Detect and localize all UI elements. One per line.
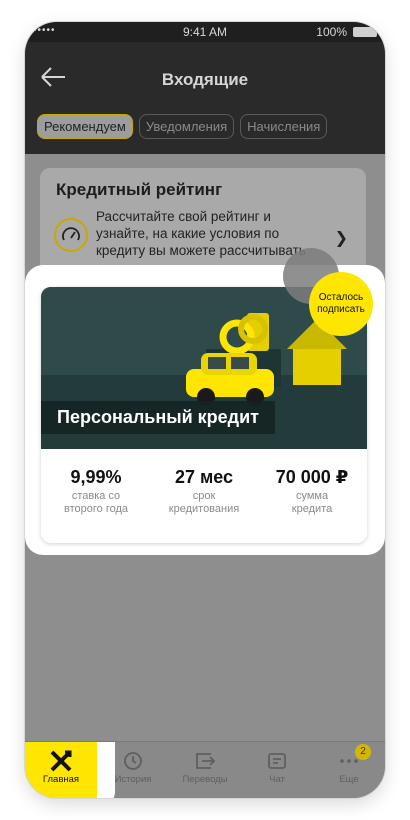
tab-recommended[interactable]: Рекомендуем: [37, 114, 133, 139]
chevron-right-icon: ❯: [334, 230, 348, 247]
stat-amount: 70 000 ₽ сумма кредита: [275, 467, 349, 515]
tab-history[interactable]: История: [97, 742, 169, 798]
stat-term: 27 мес срок кредитования: [168, 467, 240, 515]
header: Входящие Рекомендуем Уведомления Начисле…: [25, 42, 385, 154]
clock-icon: [97, 748, 169, 774]
phone-screen: ••••• 9:41 AM 100% Входящие Рекомендуем …: [25, 22, 385, 798]
notification-count-badge: 2: [355, 744, 371, 760]
tab-home[interactable]: Главная: [25, 742, 97, 798]
credit-rating-title: Кредитный рейтинг: [56, 180, 223, 199]
transfer-icon: [169, 748, 241, 774]
tab-home-label: Главная: [42, 774, 80, 785]
tab-accruals[interactable]: Начисления: [240, 114, 328, 139]
promo-title: Персональный кредит: [41, 401, 275, 434]
tab-more[interactable]: Еще 2: [313, 742, 385, 798]
more-icon: [313, 748, 385, 774]
stat-rate: 9,99% ставка со второго года: [64, 467, 128, 515]
bottom-tab-bar: Главная История Переводы Чат Еще 2: [25, 741, 385, 798]
tab-transfers[interactable]: Переводы: [169, 742, 241, 798]
tab-notifications[interactable]: Уведомления: [138, 114, 235, 139]
battery-percent: 100%: [316, 25, 347, 39]
gauge-icon: [54, 218, 88, 252]
tab-more-label: Еще: [339, 774, 359, 785]
tab-chat-label: Чат: [269, 774, 285, 785]
raiffeisen-logo-icon: [25, 748, 97, 774]
page-title: Входящие: [161, 70, 249, 89]
status-bar: ••••• 9:41 AM 100%: [25, 22, 385, 42]
tab-history-label: История: [114, 774, 152, 785]
sign-remaining-badge[interactable]: Осталось подписать: [309, 272, 373, 336]
tab-bar-top: Рекомендуем Уведомления Начисления: [37, 114, 328, 139]
chat-icon: [241, 748, 313, 774]
tab-chat[interactable]: Чат: [241, 742, 313, 798]
tab-transfers-label: Переводы: [182, 774, 228, 785]
loan-stats: 9,99% ставка со второго года 27 мес срок…: [41, 449, 367, 543]
battery-icon: [353, 27, 377, 37]
